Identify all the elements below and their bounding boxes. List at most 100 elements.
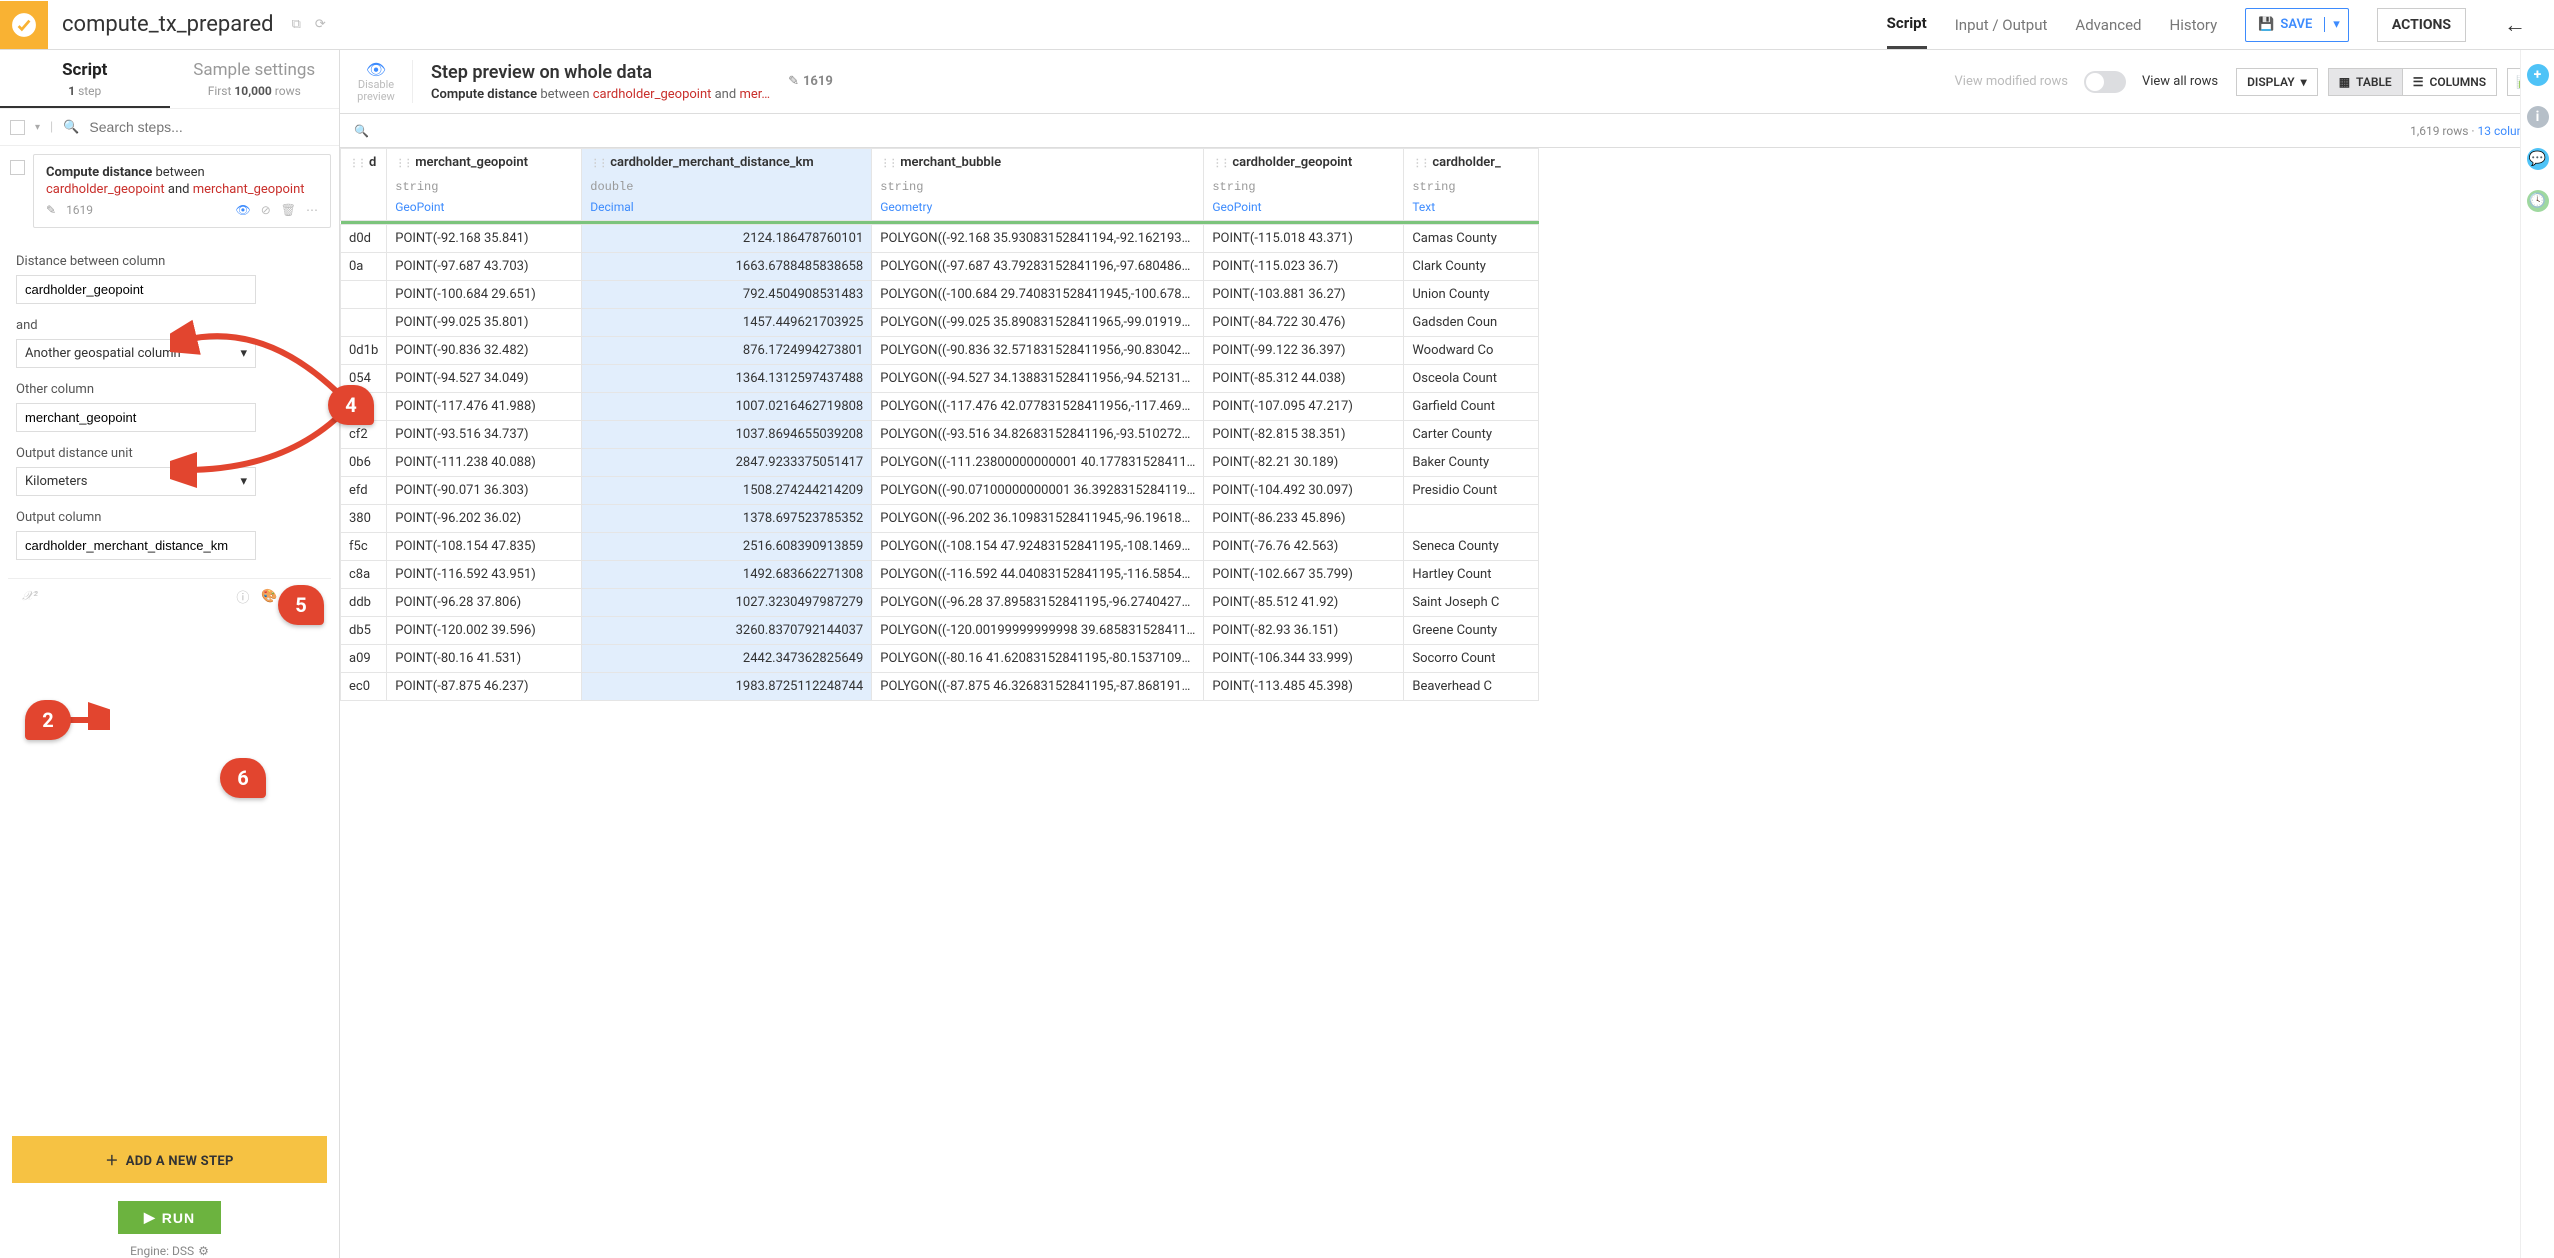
disable-preview-button[interactable]: 👁 Disable preview xyxy=(354,60,413,103)
copy-icon[interactable]: ⧉ xyxy=(292,17,301,32)
view-toggle[interactable] xyxy=(2084,71,2126,93)
select-and-mode[interactable]: Another geospatial column▾ xyxy=(16,339,256,368)
cell: 1037.8694655039208 xyxy=(582,421,872,449)
info-icon[interactable]: ⓘ xyxy=(236,587,249,606)
cell: Hartley Count xyxy=(1404,561,1539,589)
formula-icon[interactable]: 𝒳² xyxy=(22,589,38,604)
cell: 3260.8370792144037 xyxy=(582,617,872,645)
edit-icon[interactable]: ✎ xyxy=(788,74,799,89)
table-row[interactable]: ec0POINT(-87.875 46.237)1983.87251122487… xyxy=(341,673,1539,701)
table-row[interactable]: a09POINT(-80.16 41.531)2442.347362825649… xyxy=(341,645,1539,673)
cell: Seneca County xyxy=(1404,533,1539,561)
add-step-button[interactable]: ＋ ADD A NEW STEP xyxy=(12,1136,327,1183)
refresh-icon[interactable]: ⟳ xyxy=(315,17,326,32)
table-row[interactable]: 0b6POINT(-111.238 40.088)2847.9233375051… xyxy=(341,449,1539,477)
column-semantic[interactable]: Geometry xyxy=(872,198,1204,221)
tab-advanced[interactable]: Advanced xyxy=(2075,0,2141,49)
column-header[interactable]: ⋮⋮cardholder_ xyxy=(1404,149,1539,177)
select-all-checkbox[interactable] xyxy=(10,120,25,135)
table-row[interactable]: 0d1bPOINT(-90.836 32.482)876.17249942738… xyxy=(341,337,1539,365)
table-row[interactable]: c8aPOINT(-116.592 43.951)1492.6836622713… xyxy=(341,561,1539,589)
column-header[interactable]: ⋮⋮cardholder_geopoint xyxy=(1204,149,1404,177)
rail-info-icon[interactable]: i xyxy=(2527,106,2549,128)
back-arrow-icon[interactable]: ← xyxy=(2494,12,2536,38)
more-icon[interactable]: ⋯ xyxy=(306,203,318,217)
rail-chat-icon[interactable]: 💬 xyxy=(2527,148,2549,170)
tab-io[interactable]: Input / Output xyxy=(1955,0,2048,49)
column-semantic[interactable]: GeoPoint xyxy=(1204,198,1404,221)
input-other-column[interactable] xyxy=(16,403,256,432)
table-row[interactable]: cf2POINT(-93.516 34.737)1037.86946550392… xyxy=(341,421,1539,449)
table-row[interactable]: 054POINT(-94.527 34.049)1364.13125974374… xyxy=(341,365,1539,393)
column-header[interactable]: ⋮⋮cardholder_merchant_distance_km xyxy=(582,149,872,177)
actions-button[interactable]: ACTIONS xyxy=(2377,8,2466,42)
cell: POINT(-99.122 36.397) xyxy=(1204,337,1404,365)
run-label: RUN xyxy=(162,1210,195,1226)
columns-view-button[interactable]: ☰ COLUMNS xyxy=(2402,68,2497,96)
cell: POLYGON((-80.16 41.62083152841195,-80.15… xyxy=(872,645,1204,673)
grip-icon: ⋮⋮ xyxy=(880,158,896,169)
table-row[interactable]: f5cPOINT(-108.154 47.835)2516.6083909138… xyxy=(341,533,1539,561)
chevron-down-icon: ▾ xyxy=(2301,75,2307,89)
table-row[interactable]: 380POINT(-96.202 36.02)1378.697523785352… xyxy=(341,505,1539,533)
save-label: SAVE xyxy=(2280,17,2312,32)
cell: POINT(-96.202 36.02) xyxy=(387,505,582,533)
column-semantic[interactable] xyxy=(341,198,387,221)
run-button[interactable]: ▶ RUN xyxy=(118,1201,221,1234)
table-row[interactable]: c88POINT(-117.476 41.988)1007.0216462719… xyxy=(341,393,1539,421)
disable-icon[interactable]: ⊘ xyxy=(261,203,271,217)
tab-history[interactable]: History xyxy=(2170,0,2218,49)
column-header[interactable]: ⋮⋮merchant_bubble xyxy=(872,149,1204,177)
save-button[interactable]: 💾SAVE ▾ xyxy=(2245,8,2349,42)
step-checkbox[interactable] xyxy=(10,160,25,175)
cell: POLYGON((-90.836 32.571831528411956,-90.… xyxy=(872,337,1204,365)
column-semantic[interactable]: Decimal xyxy=(582,198,872,221)
table-row[interactable]: d0dPOINT(-92.168 35.841)2124.18647876010… xyxy=(341,225,1539,253)
left-tab-sample[interactable]: Sample settings First 10,000 rows xyxy=(170,50,340,108)
display-button[interactable]: DISPLAY ▾ xyxy=(2236,68,2318,96)
table-row[interactable]: ddbPOINT(-96.28 37.806)1027.323049798727… xyxy=(341,589,1539,617)
gear-icon[interactable]: ⚙ xyxy=(198,1244,209,1258)
column-semantic[interactable]: GeoPoint xyxy=(387,198,582,221)
cell: 2442.347362825649 xyxy=(582,645,872,673)
cell: Gadsden Coun xyxy=(1404,309,1539,337)
eye-icon[interactable]: 👁 xyxy=(235,203,250,217)
column-header[interactable]: ⋮⋮merchant_geopoint xyxy=(387,149,582,177)
save-dropdown[interactable]: ▾ xyxy=(2324,17,2348,32)
cell: Beaverhead C xyxy=(1404,673,1539,701)
input-output-column[interactable] xyxy=(16,531,256,560)
cell: POINT(-111.238 40.088) xyxy=(387,449,582,477)
grip-icon: ⋮⋮ xyxy=(1412,158,1428,169)
search-steps-input[interactable] xyxy=(89,119,329,135)
table-row[interactable]: db5POINT(-120.002 39.596)3260.8370792144… xyxy=(341,617,1539,645)
app-icon[interactable] xyxy=(0,1,48,49)
cell: POINT(-117.476 41.988) xyxy=(387,393,582,421)
left-tab-script[interactable]: Script 1 step xyxy=(0,50,170,108)
column-header[interactable]: ⋮⋮d xyxy=(341,149,387,177)
step-action: Compute distance xyxy=(46,165,152,180)
edit-icon[interactable]: ✎ xyxy=(46,203,56,217)
palette-icon[interactable]: 🎨 xyxy=(261,589,277,604)
play-icon: ▶ xyxy=(144,1209,156,1226)
table-row[interactable]: 0aPOINT(-97.687 43.703)1663.678848583865… xyxy=(341,253,1539,281)
table-view-button[interactable]: ▦ TABLE xyxy=(2328,68,2402,96)
column-semantic[interactable]: Text xyxy=(1404,198,1539,221)
row-count: 1,619 rows xyxy=(2410,124,2468,138)
table-row[interactable]: POINT(-100.684 29.651)792.4504908531483P… xyxy=(341,281,1539,309)
annotation-2: 2 xyxy=(25,700,71,740)
cell xyxy=(341,281,387,309)
delete-icon[interactable]: 🗑 xyxy=(281,203,296,217)
step-card[interactable]: Compute distance between cardholder_geop… xyxy=(33,154,331,228)
add-step-label: ADD A NEW STEP xyxy=(126,1154,234,1169)
cell: POLYGON((-100.684 29.740831528411945,-10… xyxy=(872,281,1204,309)
select-unit[interactable]: Kilometers▾ xyxy=(16,467,256,496)
table-row[interactable]: POINT(-99.025 35.801)1457.449621703925PO… xyxy=(341,309,1539,337)
table-row[interactable]: efdPOINT(-90.071 36.303)1508.27424421420… xyxy=(341,477,1539,505)
rail-add-icon[interactable]: + xyxy=(2527,64,2549,86)
select-dropdown-icon[interactable]: ▾ xyxy=(35,122,40,133)
rail-history-icon[interactable]: 🕓 xyxy=(2527,190,2549,212)
tab-script[interactable]: Script xyxy=(1887,0,1927,49)
input-distance-between[interactable] xyxy=(16,275,256,304)
search-icon[interactable]: 🔍 xyxy=(354,124,369,138)
search-icon: 🔍 xyxy=(63,120,79,135)
